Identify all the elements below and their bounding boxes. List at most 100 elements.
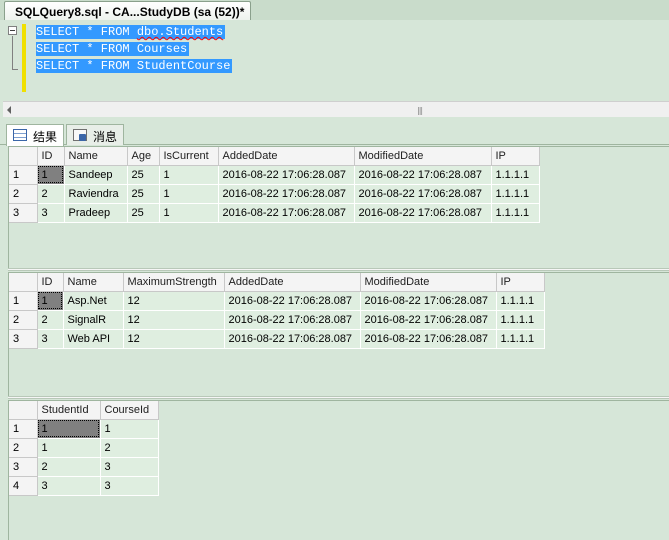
- row-number[interactable]: 3: [9, 203, 38, 223]
- corner-cell[interactable]: [9, 401, 38, 420]
- table-cell[interactable]: Asp.Net: [63, 291, 124, 311]
- table-cell[interactable]: 2016-08-22 17:06:28.087: [224, 329, 361, 349]
- table-cell[interactable]: 3: [100, 457, 159, 477]
- table-cell[interactable]: 1.1.1.1: [491, 203, 540, 223]
- document-tab[interactable]: SQLQuery8.sql - CA...StudyDB (sa (52))*: [4, 1, 252, 20]
- row-number[interactable]: 2: [9, 184, 38, 204]
- table-cell[interactable]: 2016-08-22 17:06:28.087: [360, 291, 497, 311]
- column-header[interactable]: ID: [37, 147, 65, 166]
- query-editor[interactable]: SELECT * FROM dbo.Students SELECT * FROM…: [0, 20, 669, 101]
- tab-messages[interactable]: 消息: [66, 124, 125, 145]
- column-header[interactable]: Name: [63, 273, 124, 292]
- table-cell[interactable]: 1: [100, 419, 159, 439]
- code-line[interactable]: SELECT * FROM StudentCourse: [36, 59, 233, 73]
- column-header[interactable]: StudentId: [37, 401, 101, 420]
- table-cell[interactable]: 3: [100, 476, 159, 496]
- scroll-grip-icon[interactable]: |||: [417, 106, 423, 115]
- grid-splitter[interactable]: [8, 396, 669, 399]
- table-cell[interactable]: 1: [159, 203, 219, 223]
- table-cell[interactable]: 2: [100, 438, 159, 458]
- table-cell[interactable]: 2016-08-22 17:06:28.087: [224, 310, 361, 330]
- table-row: 3 2 3: [9, 457, 159, 477]
- table-cell[interactable]: 2016-08-22 17:06:28.087: [354, 165, 492, 185]
- table-cell[interactable]: 1.1.1.1: [496, 310, 545, 330]
- row-number[interactable]: 3: [9, 329, 38, 349]
- column-header[interactable]: Age: [127, 147, 160, 166]
- column-header[interactable]: AddedDate: [218, 147, 355, 166]
- table-cell[interactable]: 25: [127, 184, 160, 204]
- table-cell[interactable]: 25: [127, 203, 160, 223]
- table-cell[interactable]: 1: [37, 165, 65, 185]
- table-cell[interactable]: 3: [37, 476, 101, 496]
- table-cell[interactable]: 1.1.1.1: [491, 165, 540, 185]
- table-cell[interactable]: 2016-08-22 17:06:28.087: [360, 329, 497, 349]
- table-cell[interactable]: 12: [123, 329, 225, 349]
- table-cell[interactable]: 1.1.1.1: [496, 329, 545, 349]
- column-header[interactable]: Name: [64, 147, 128, 166]
- results-grid-students[interactable]: ID Name Age IsCurrent AddedDate Modified…: [8, 146, 669, 268]
- column-header[interactable]: CourseId: [100, 401, 159, 420]
- studentcourse-table: StudentId CourseId 1 1 1 2 1 2 3 2 3 4 3…: [9, 401, 159, 496]
- results-grid-courses[interactable]: ID Name MaximumStrength AddedDate Modifi…: [8, 272, 669, 396]
- row-number[interactable]: 2: [9, 310, 38, 330]
- table-cell[interactable]: 2016-08-22 17:06:28.087: [360, 310, 497, 330]
- table-cell[interactable]: 1: [159, 184, 219, 204]
- table-header-row: ID Name MaximumStrength AddedDate Modifi…: [9, 273, 545, 292]
- corner-cell[interactable]: [9, 147, 38, 166]
- scroll-left-icon[interactable]: [7, 106, 11, 114]
- table-cell[interactable]: 2: [37, 310, 64, 330]
- table-cell[interactable]: 2016-08-22 17:06:28.087: [218, 165, 355, 185]
- row-number[interactable]: 1: [9, 165, 38, 185]
- corner-cell[interactable]: [9, 273, 38, 292]
- table-cell[interactable]: 2016-08-22 17:06:28.087: [354, 184, 492, 204]
- table-cell[interactable]: Web API: [63, 329, 124, 349]
- table-cell[interactable]: 1: [37, 419, 101, 439]
- students-table: ID Name Age IsCurrent AddedDate Modified…: [9, 147, 540, 223]
- column-header[interactable]: IP: [496, 273, 545, 292]
- table-cell[interactable]: 1.1.1.1: [491, 184, 540, 204]
- table-cell[interactable]: Sandeep: [64, 165, 128, 185]
- row-number[interactable]: 2: [9, 438, 38, 458]
- column-header[interactable]: IP: [491, 147, 540, 166]
- fold-line-end: [12, 69, 18, 70]
- column-header[interactable]: ModifiedDate: [354, 147, 492, 166]
- tab-results[interactable]: 结果: [6, 124, 65, 146]
- table-cell[interactable]: Pradeep: [64, 203, 128, 223]
- table-cell[interactable]: Raviendra: [64, 184, 128, 204]
- table-cell[interactable]: 12: [123, 291, 225, 311]
- table-cell[interactable]: 2: [37, 457, 101, 477]
- column-header[interactable]: MaximumStrength: [123, 273, 225, 292]
- table-cell[interactable]: 1: [159, 165, 219, 185]
- tab-results-label: 结果: [33, 130, 58, 144]
- horizontal-scrollbar[interactable]: |||: [3, 101, 669, 117]
- table-cell[interactable]: 1: [37, 291, 64, 311]
- table-cell[interactable]: 1: [37, 438, 101, 458]
- row-number[interactable]: 1: [9, 291, 38, 311]
- table-cell[interactable]: SignalR: [63, 310, 124, 330]
- table-cell[interactable]: 3: [37, 203, 65, 223]
- table-cell[interactable]: 1.1.1.1: [496, 291, 545, 311]
- code-line[interactable]: SELECT * FROM Courses: [36, 42, 190, 56]
- results-grid-studentcourse[interactable]: StudentId CourseId 1 1 1 2 1 2 3 2 3 4 3…: [8, 400, 669, 540]
- column-header[interactable]: IsCurrent: [159, 147, 219, 166]
- result-tabs: 结果 消息: [0, 121, 669, 146]
- row-number[interactable]: 3: [9, 457, 38, 477]
- table-cell[interactable]: 2: [37, 184, 65, 204]
- row-number[interactable]: 4: [9, 476, 38, 496]
- table-cell[interactable]: 2016-08-22 17:06:28.087: [218, 184, 355, 204]
- table-cell[interactable]: 25: [127, 165, 160, 185]
- table-cell[interactable]: 12: [123, 310, 225, 330]
- table-cell[interactable]: 2016-08-22 17:06:28.087: [224, 291, 361, 311]
- table-cell[interactable]: 2016-08-22 17:06:28.087: [354, 203, 492, 223]
- grid-splitter[interactable]: [8, 268, 669, 271]
- collapse-icon[interactable]: [8, 26, 17, 35]
- code-line[interactable]: SELECT * FROM dbo.Students: [36, 25, 226, 39]
- column-header[interactable]: AddedDate: [224, 273, 361, 292]
- row-number[interactable]: 1: [9, 419, 38, 439]
- table-cell[interactable]: 3: [37, 329, 64, 349]
- table-cell[interactable]: 2016-08-22 17:06:28.087: [218, 203, 355, 223]
- column-header[interactable]: ID: [37, 273, 64, 292]
- column-header[interactable]: ModifiedDate: [360, 273, 497, 292]
- code-keywords: SELECT * FROM: [36, 59, 137, 73]
- table-header-row: ID Name Age IsCurrent AddedDate Modified…: [9, 147, 540, 166]
